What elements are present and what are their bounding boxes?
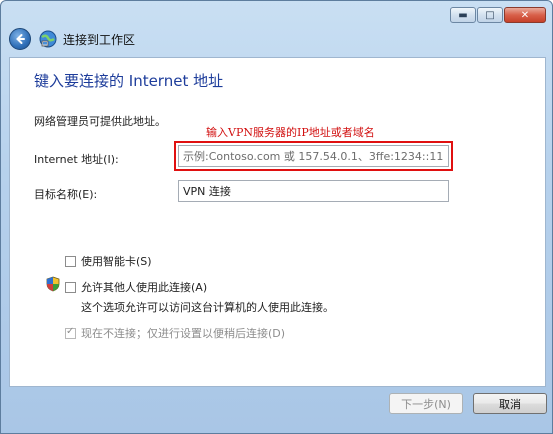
maximize-button[interactable]: □ — [477, 7, 503, 23]
smart-card-option[interactable]: 使用智能卡(S) — [65, 253, 152, 269]
address-label: Internet 地址(I): — [34, 153, 119, 166]
page-description: 网络管理员可提供此地址。 — [34, 115, 166, 128]
caption-buttons: ▬ □ ✕ — [450, 7, 546, 23]
allow-others-option[interactable]: 允许其他人使用此连接(A) — [65, 279, 207, 295]
address-input[interactable] — [178, 145, 449, 167]
footer: 下一步(N) 取消 — [9, 393, 547, 425]
wizard-page: 键入要连接的 Internet 地址 网络管理员可提供此地址。 输入VPN服务器… — [9, 57, 546, 387]
cancel-button[interactable]: 取消 — [473, 393, 547, 414]
dont-connect-now-option[interactable]: 现在不连接；仅进行设置以便稍后连接(D) — [65, 325, 285, 341]
wizard-window: ▬ □ ✕ 连接到工作区 键入要连接的 Internet 地址 网络管理员可提供… — [0, 0, 553, 434]
dont-connect-now-checkbox[interactable] — [65, 326, 76, 339]
destination-input[interactable] — [178, 180, 449, 202]
allow-others-description: 这个选项允许可以访问这台计算机的人使用此连接。 — [81, 301, 334, 314]
allow-others-checkbox[interactable] — [65, 281, 76, 293]
window-title: 连接到工作区 — [63, 32, 136, 47]
destination-label: 目标名称(E): — [34, 188, 98, 201]
network-icon — [39, 30, 57, 48]
uac-shield-icon — [46, 276, 60, 292]
allow-others-label: 允许其他人使用此连接(A) — [81, 281, 208, 294]
close-button[interactable]: ✕ — [504, 7, 546, 23]
smart-card-checkbox[interactable] — [65, 255, 76, 267]
page-heading: 键入要连接的 Internet 地址 — [34, 72, 224, 90]
smart-card-label: 使用智能卡(S) — [81, 255, 152, 268]
back-button[interactable] — [9, 28, 31, 50]
next-button[interactable]: 下一步(N) — [389, 393, 463, 414]
annotation-text: 输入VPN服务器的IP地址或者域名 — [206, 126, 375, 139]
dont-connect-now-label: 现在不连接；仅进行设置以便稍后连接(D) — [81, 327, 286, 340]
minimize-button[interactable]: ▬ — [450, 7, 476, 23]
back-arrow-icon — [16, 34, 25, 44]
title-bar: 连接到工作区 — [9, 27, 135, 51]
